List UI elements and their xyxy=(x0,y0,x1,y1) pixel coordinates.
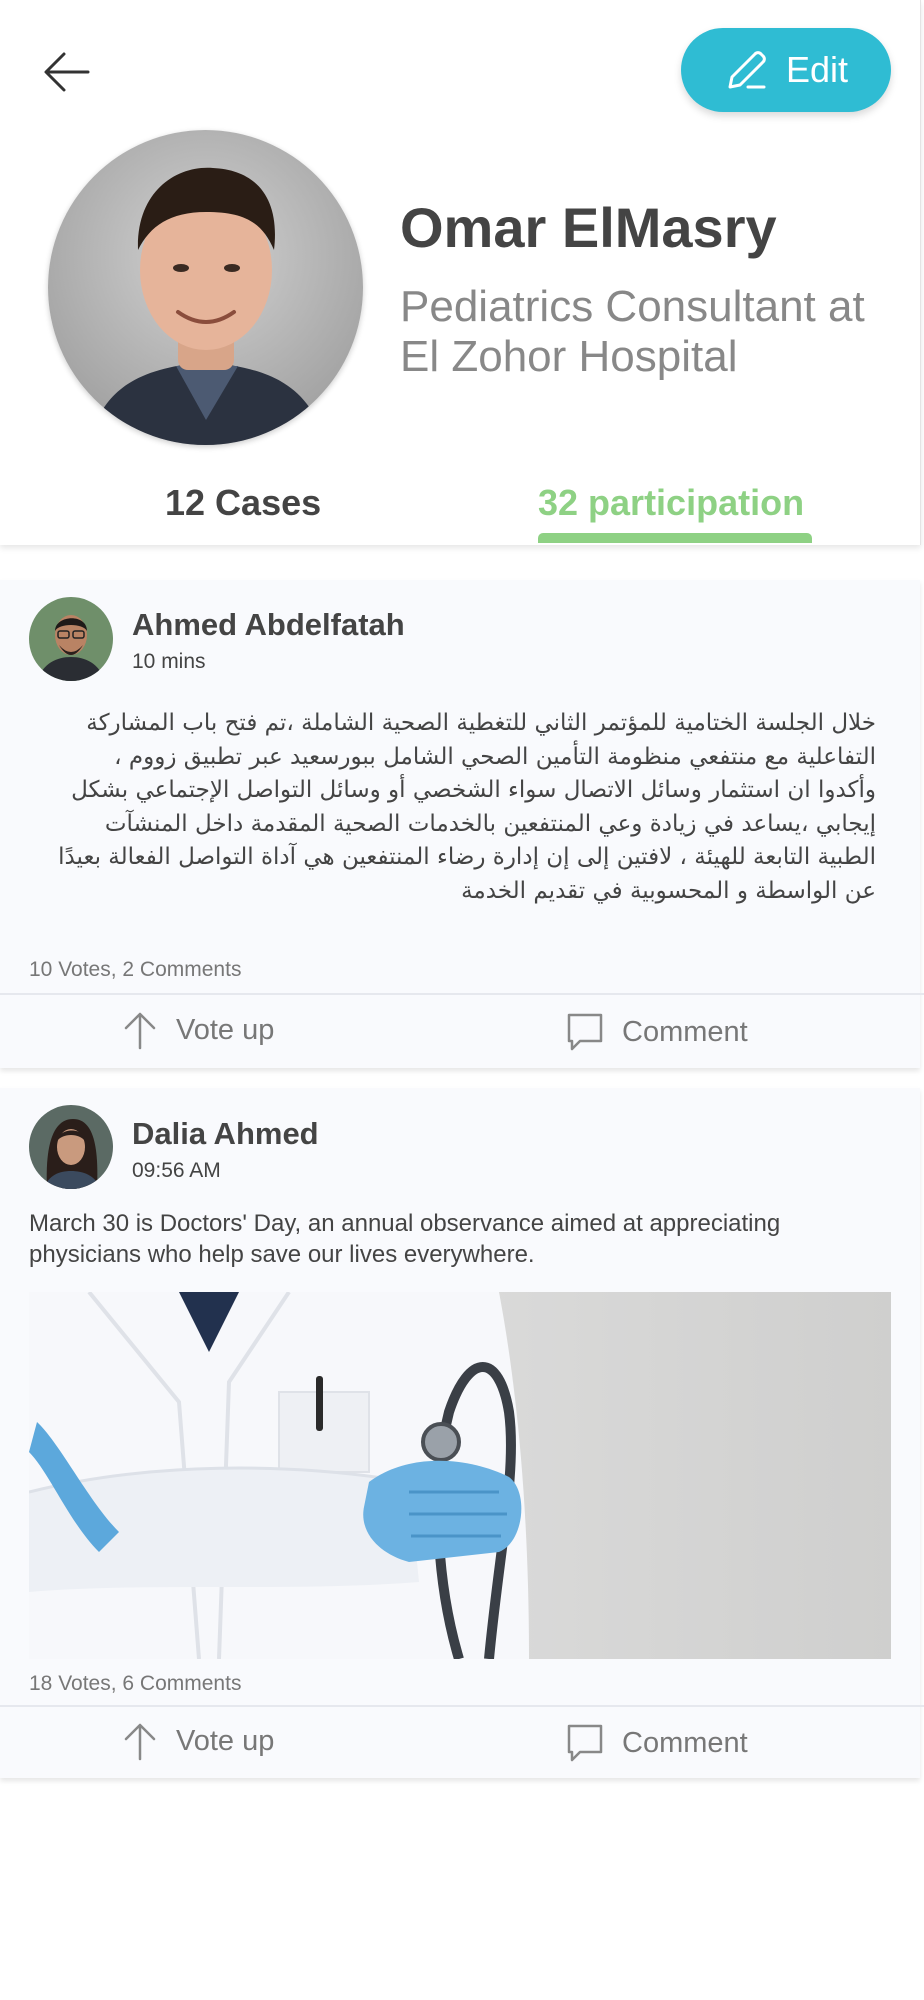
vote-up-label: Vote up xyxy=(176,1013,275,1046)
active-tab-indicator xyxy=(538,533,812,543)
post-image[interactable] xyxy=(29,1292,891,1659)
vote-up-button[interactable]: Vote up xyxy=(122,1721,274,1761)
profile-name: Omar ElMasry xyxy=(400,196,777,259)
profile-header: Edit Omar ElMasry Pediatrics Consultant … xyxy=(0,0,921,545)
author-avatar xyxy=(29,1105,113,1189)
author-avatar xyxy=(29,597,113,681)
comment-icon xyxy=(567,1013,603,1051)
edit-button[interactable]: Edit xyxy=(681,28,891,112)
edit-label: Edit xyxy=(785,49,849,90)
vote-up-label: Vote up xyxy=(176,1724,275,1757)
profile-title: Pediatrics Consultant at El Zohor Hospit… xyxy=(400,282,865,381)
comment-icon xyxy=(567,1724,603,1762)
post-divider xyxy=(0,1705,924,1707)
post-time: 10 mins xyxy=(132,650,206,673)
arrow-up-icon xyxy=(124,1723,156,1761)
post-stats: 10 Votes, 2 Comments xyxy=(29,958,242,981)
arrow-up-icon xyxy=(124,1012,156,1050)
post-stats: 18 Votes, 6 Comments xyxy=(29,1672,242,1695)
post-text: خلال الجلسة الختامية للمؤتمر الثاني للتغ… xyxy=(58,710,876,904)
post-text: March 30 is Doctors' Day, an annual obse… xyxy=(29,1210,781,1268)
post-time: 09:56 AM xyxy=(132,1159,221,1182)
post-divider xyxy=(0,993,924,995)
back-button[interactable] xyxy=(38,42,98,102)
profile-avatar xyxy=(48,130,363,445)
vote-up-button[interactable]: Vote up xyxy=(122,1010,274,1050)
tab-participation[interactable]: 32 participation xyxy=(538,482,804,524)
comment-button[interactable]: Comment xyxy=(566,1012,748,1052)
arrow-left-icon xyxy=(44,52,90,92)
comment-button[interactable]: Comment xyxy=(566,1723,748,1763)
post-author[interactable]: Dalia Ahmed xyxy=(132,1116,319,1152)
comment-label: Comment xyxy=(622,1015,748,1048)
pencil-icon xyxy=(728,51,766,89)
comment-label: Comment xyxy=(622,1726,748,1759)
post-author[interactable]: Ahmed Abdelfatah xyxy=(132,607,405,643)
tab-cases[interactable]: 12 Cases xyxy=(165,482,321,524)
